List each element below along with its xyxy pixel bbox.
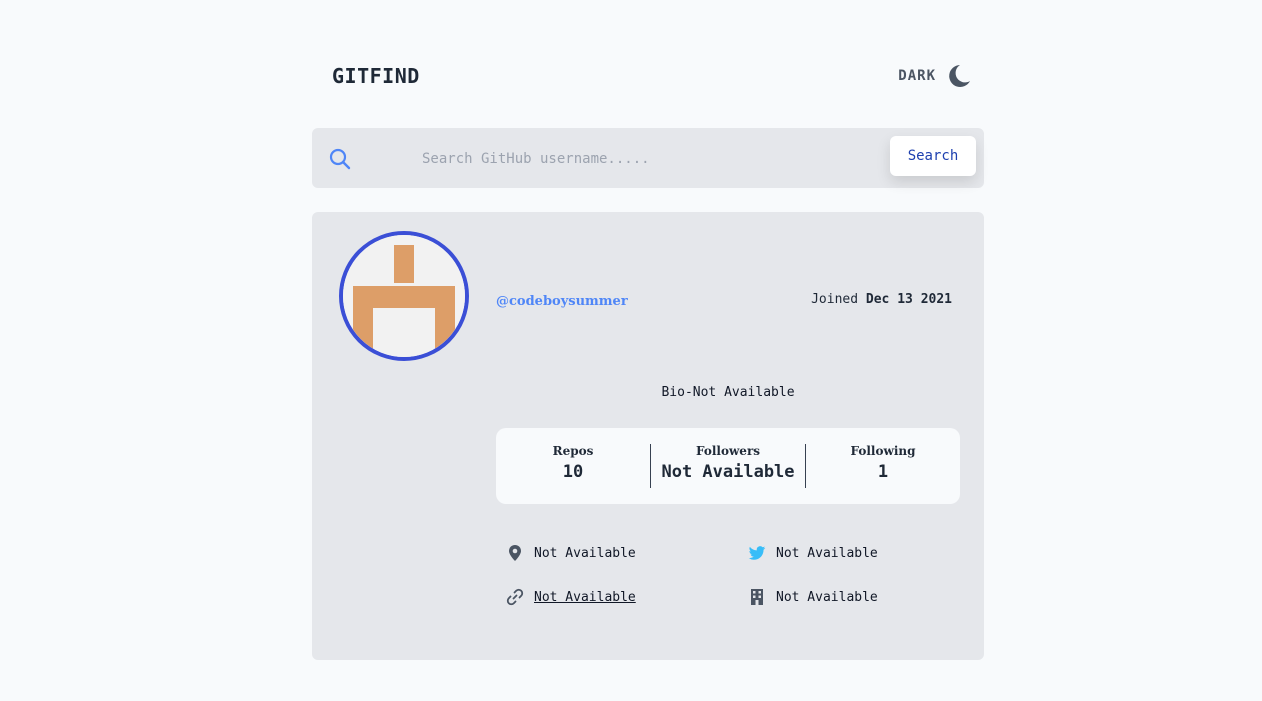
joined-date-value: Dec 13 2021 [865,292,952,307]
joined-date: Joined Dec 13 2021 [811,292,952,307]
header: GITFIND DARK [312,62,984,92]
company-text: Not Available [776,589,878,605]
joined-label: Joined [811,292,859,307]
location-pin-icon [509,545,521,561]
stat-label: Followers [695,444,761,458]
location-item: Not Available [506,544,636,562]
app-logo: GITFIND [332,64,420,88]
location-text: Not Available [534,545,636,561]
twitter-item: Not Available [748,544,878,562]
website-link[interactable]: Not Available [534,590,636,605]
stat-label: Repos [552,444,594,458]
stat-repos: Repos 10 [496,444,650,488]
avatar-identicon [343,235,465,357]
theme-label: DARK [898,68,936,84]
stat-following: Following 1 [805,444,960,488]
stat-value: 1 [877,462,889,482]
twitter-text: Not Available [776,545,878,561]
search-icon [329,148,351,170]
twitter-icon [748,546,766,560]
search-button[interactable]: Search [890,136,976,176]
stats-panel: Repos 10 Followers Not Available Followi… [496,428,960,504]
stat-value: 10 [562,462,584,482]
profile-bio: Bio-Not Available [661,385,795,400]
profile-links: Not Available Not Available Not Availabl… [496,542,960,622]
building-icon [751,589,763,605]
link-icon [506,588,524,606]
stat-followers: Followers Not Available [650,444,805,488]
website-item[interactable]: Not Available [506,588,636,606]
avatar [339,231,469,361]
stat-label: Following [850,444,916,458]
profile-username[interactable]: @codeboysummer [496,294,628,309]
profile-card: @codeboysummer Joined Dec 13 2021 Bio-No… [312,212,984,660]
search-bar: Search [312,128,984,188]
search-input[interactable] [422,146,872,172]
stat-value: Not Available [661,462,795,482]
company-item: Not Available [748,588,878,606]
theme-toggle[interactable]: DARK [898,62,972,90]
moon-icon [949,65,970,87]
